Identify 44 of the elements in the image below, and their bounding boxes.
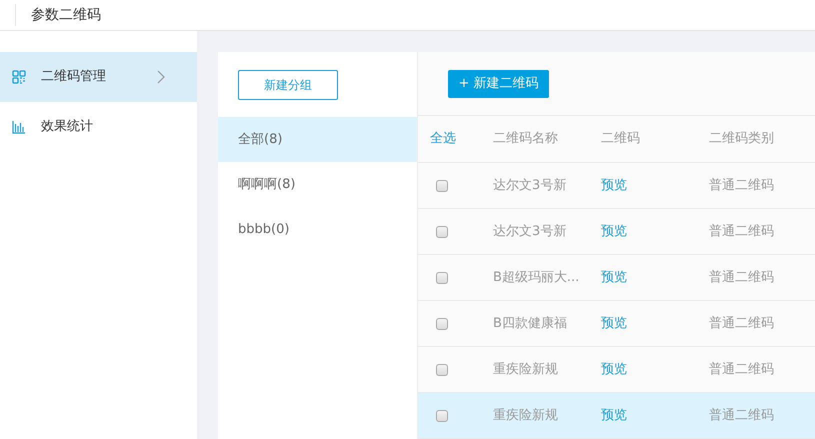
row-checkbox[interactable] xyxy=(436,180,448,192)
column-header: 二维码名称 xyxy=(493,130,559,148)
column-header: 二维码 xyxy=(601,130,641,148)
chevron-right-icon xyxy=(157,70,165,84)
preview-link[interactable]: 预览 xyxy=(601,176,709,196)
table-cell-text: B四款健康福 xyxy=(493,314,568,333)
table-row[interactable]: 达尔文3号新 预览 普通二维码 xyxy=(418,209,815,255)
table-cell-text: 重疾险新规 xyxy=(493,360,559,379)
grid-icon xyxy=(12,70,26,84)
sidebar-item[interactable]: 二维码管理 xyxy=(0,52,197,102)
select-all-link[interactable]: 全选 xyxy=(418,129,493,149)
preview-link[interactable]: 预览 xyxy=(601,314,709,334)
preview-link[interactable]: 预览 xyxy=(601,222,709,242)
group-item[interactable]: 啊啊啊(8) xyxy=(218,162,417,207)
row-checkbox[interactable] xyxy=(436,226,448,238)
table-cell-text: 重疾险新规 xyxy=(493,406,559,425)
page-title: 参数二维码 xyxy=(31,6,101,24)
table-cell-text: 达尔文3号新 xyxy=(493,176,568,195)
preview-link[interactable]: 预览 xyxy=(601,360,709,380)
row-checkbox[interactable] xyxy=(436,364,448,376)
table-row[interactable]: 重疾险新规 预览 普通二维码 xyxy=(418,393,815,439)
preview-link[interactable]: 预览 xyxy=(601,406,709,426)
table-cell-text: 普通二维码 xyxy=(709,360,774,379)
table-row[interactable]: B四款健康福 预览 普通二维码 xyxy=(418,301,815,347)
table-cell-text: 普通二维码 xyxy=(709,268,774,287)
table-cell-text: B超级玛丽大... xyxy=(493,268,580,287)
table-cell-text: 普通二维码 xyxy=(709,176,774,195)
new-group-button[interactable]: 新建分组 xyxy=(238,70,338,100)
table-row[interactable]: 达尔文3号新 预览 普通二维码 xyxy=(418,163,815,209)
column-header: 二维码类别 xyxy=(709,130,774,148)
new-qr-code-button[interactable]: + 新建二维码 xyxy=(448,70,549,98)
table-cell-text: 达尔文3号新 xyxy=(493,222,568,241)
group-item[interactable]: bbbb(0) xyxy=(218,207,417,252)
bar-chart-icon xyxy=(12,120,26,134)
table-row[interactable]: B超级玛丽大... 预览 普通二维码 xyxy=(418,255,815,301)
table-cell-text: 普通二维码 xyxy=(709,406,774,425)
preview-link[interactable]: 预览 xyxy=(601,268,709,288)
sidebar-item[interactable]: 效果统计 xyxy=(0,102,197,152)
table-cell-text: 普通二维码 xyxy=(709,314,774,333)
row-checkbox[interactable] xyxy=(436,318,448,330)
group-item[interactable]: 全部(8) xyxy=(218,117,417,162)
row-checkbox[interactable] xyxy=(436,410,448,422)
table-cell-text: 普通二维码 xyxy=(709,222,774,241)
row-checkbox[interactable] xyxy=(436,272,448,284)
